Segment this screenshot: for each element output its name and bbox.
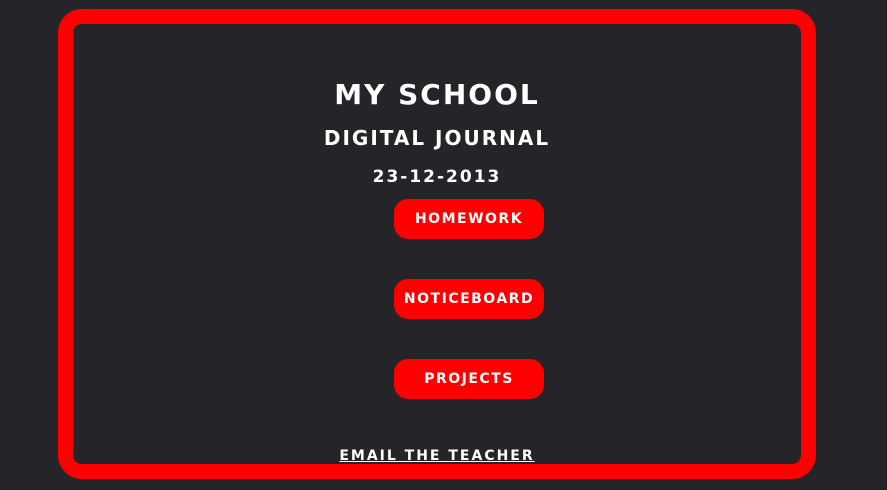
homework-button[interactable]: HOMEWORK [394, 199, 544, 239]
email-teacher-link[interactable]: EMAIL THE TEACHER [73, 448, 801, 464]
noticeboard-button[interactable]: NOTICEBOARD [394, 279, 544, 319]
projects-button[interactable]: PROJECTS [394, 359, 544, 399]
page-title: MY SCHOOL [334, 78, 540, 111]
journal-frame: MY SCHOOL DIGITAL JOURNAL 23-12-2013 HOM… [58, 9, 816, 479]
journal-date: 23-12-2013 [372, 167, 502, 187]
page-subtitle: DIGITAL JOURNAL [323, 126, 551, 150]
